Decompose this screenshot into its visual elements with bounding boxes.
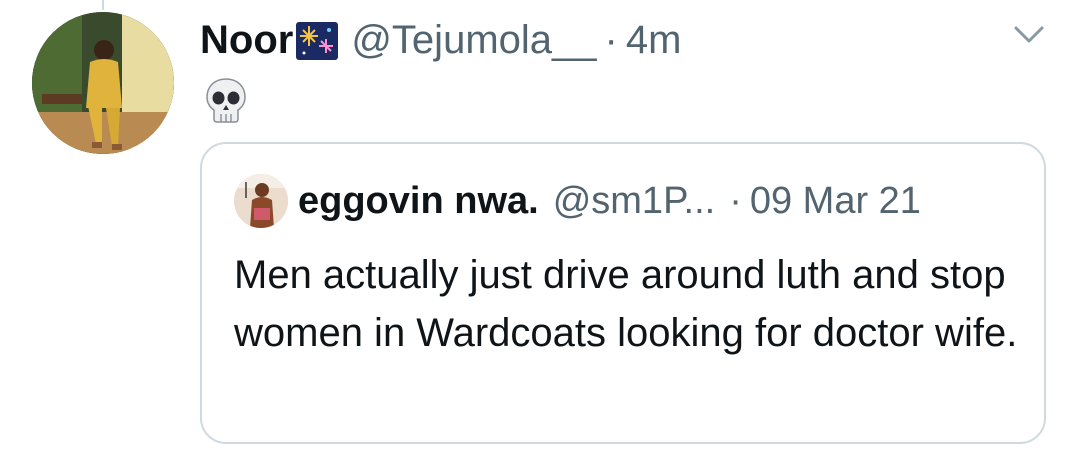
- tweet-header: Noor @Tejumola__ · 4m: [200, 14, 681, 66]
- quoted-tweet-header: eggovin nwa. @sm1P... · 09 Mar 21: [234, 174, 921, 228]
- skull-emoji-icon: [204, 76, 248, 124]
- avatar[interactable]: [32, 12, 174, 154]
- quoted-display-name[interactable]: eggovin nwa.: [298, 180, 539, 223]
- chevron-down-icon[interactable]: [1012, 22, 1046, 46]
- timestamp[interactable]: 4m: [626, 14, 682, 66]
- separator-dot: ·: [604, 18, 618, 62]
- user-handle[interactable]: @Tejumola__: [351, 14, 596, 66]
- quoted-user-handle[interactable]: @sm1P...: [553, 180, 715, 223]
- quoted-separator-dot: ·: [729, 179, 742, 222]
- quoted-tweet-card[interactable]: eggovin nwa. @sm1P... · 09 Mar 21 Men ac…: [200, 142, 1046, 444]
- quoted-date[interactable]: 09 Mar 21: [750, 180, 921, 223]
- thread-connector-line: [102, 0, 104, 10]
- fireworks-emoji-icon: [295, 18, 339, 62]
- display-name[interactable]: Noor: [200, 14, 293, 66]
- quoted-avatar[interactable]: [234, 174, 288, 228]
- quoted-tweet-text: Men actually just drive around luth and …: [234, 253, 1018, 355]
